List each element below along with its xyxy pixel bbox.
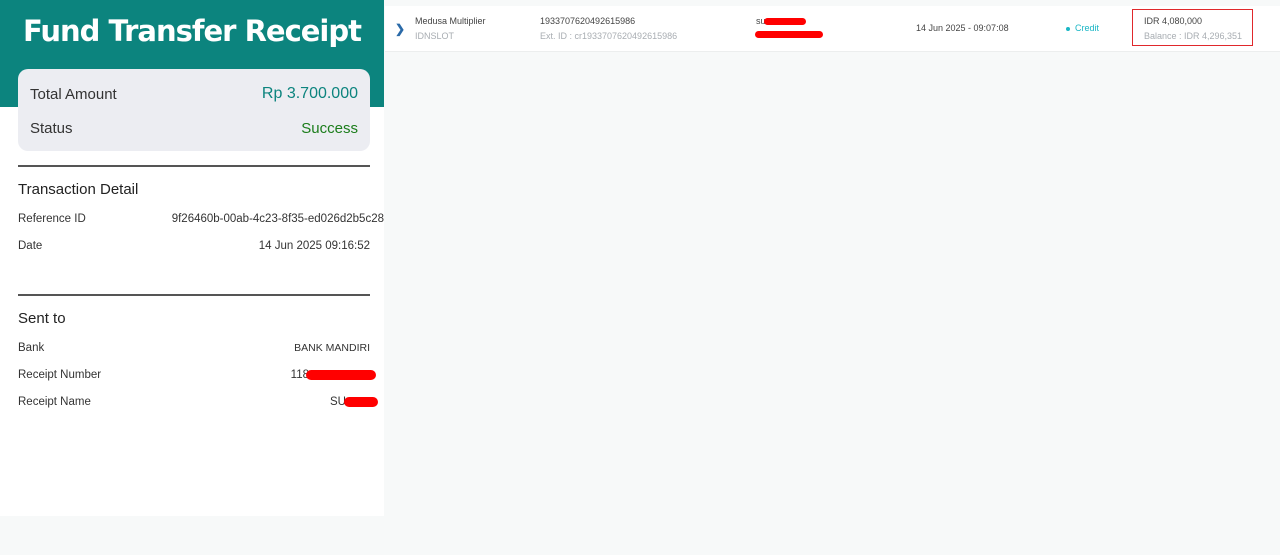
total-amount-value: Rp 3.700.000 [261, 85, 358, 102]
external-id: Ext. ID : cr1933707620492615986 [540, 31, 678, 41]
receipt-name-row: Receipt Name SU [18, 394, 378, 410]
receipt-name-value: SU [330, 396, 378, 408]
date-label: Date [18, 240, 43, 252]
total-amount-label: Total Amount [30, 85, 117, 103]
status-value: Success [301, 119, 358, 137]
fund-transfer-receipt: Fund Transfer Receipt Total Amount Rp 3.… [0, 0, 384, 516]
transaction-amount: IDR 4,080,000 [1144, 16, 1203, 26]
transaction-type-label: Credit [1075, 23, 1100, 33]
transaction-type: Credit [1066, 23, 1099, 33]
transaction-detail-heading: Transaction Detail [18, 181, 139, 198]
redaction-mark [344, 396, 378, 407]
reference-id-value: 9f26460b-00ab-4c23-8f35-ed026d2b5c28 [171, 213, 384, 225]
receipt-title: Fund Transfer Receipt [23, 14, 362, 48]
transaction-table-row[interactable]: ❯ Medusa Multiplier IDNSLOT 193370762049… [385, 6, 1280, 52]
date-value: 14 Jun 2025 09:16:52 [258, 240, 370, 252]
receipt-name-label: Receipt Name [18, 396, 91, 408]
reference-id-label: Reference ID [18, 213, 86, 225]
redaction-mark [755, 31, 823, 38]
provider-name: IDNSLOT [415, 31, 455, 41]
transaction-datetime: 14 Jun 2025 - 09:07:08 [916, 23, 1009, 33]
redaction-mark [763, 18, 806, 26]
username: su [756, 16, 806, 26]
total-amount-row: Total Amount Rp 3.700.000 [30, 82, 358, 106]
status-dot-icon [1066, 26, 1070, 31]
transaction-id: 193370762049261598​6 [540, 16, 636, 26]
divider [18, 165, 370, 167]
bank-value: BANK MANDIRI [294, 342, 370, 354]
status-row: Status Success [30, 116, 358, 140]
game-name: Medusa Multiplier [415, 16, 486, 26]
summary-card: Total Amount Rp 3.700.000 Status Success [18, 69, 370, 151]
chevron-right-icon[interactable]: ❯ [395, 22, 405, 36]
sent-to-heading: Sent to [18, 310, 66, 327]
receipt-number-row: Receipt Number 118 [18, 367, 376, 383]
balance-after: Balance : IDR 4,296,351 [1144, 31, 1243, 41]
bank-row: Bank BANK MANDIRI [18, 340, 370, 356]
status-label: Status [30, 119, 73, 137]
date-row: Date 14 Jun 2025 09:16:52 [18, 238, 370, 254]
reference-id-row: Reference ID 9f26460b-00ab-4c23-8f35-ed0… [18, 211, 384, 227]
redaction-mark [306, 369, 376, 380]
receipt-number-value: 118 [291, 369, 376, 381]
receipt-number-label: Receipt Number [18, 369, 102, 381]
divider [18, 294, 370, 296]
bank-label: Bank [18, 342, 45, 354]
